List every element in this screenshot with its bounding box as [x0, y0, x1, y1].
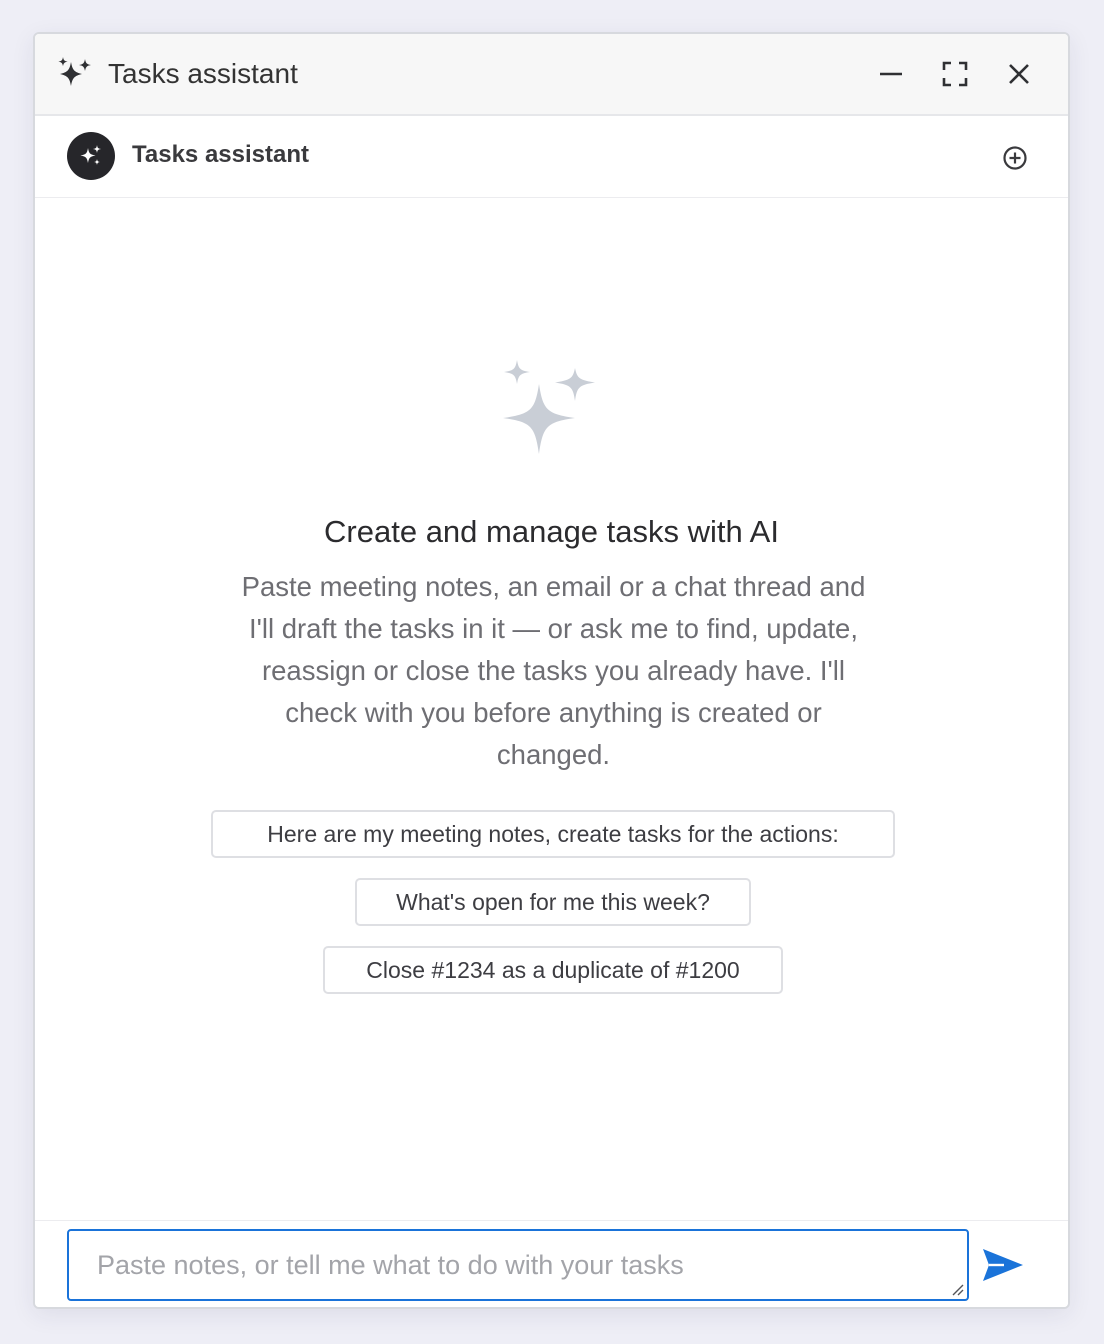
avatar [67, 132, 115, 180]
close-icon [1009, 64, 1029, 84]
empty-state-description: Paste meeting notes, an email or a chat … [241, 571, 866, 770]
chat-header: Tasks assistant [35, 116, 1068, 198]
maximize-icon [942, 61, 968, 87]
send-icon [983, 1249, 1023, 1281]
minimize-icon [880, 72, 902, 76]
sparkles-icon [58, 57, 91, 86]
sparkles-icon [503, 360, 595, 454]
suggestion-chip[interactable]: Close #1234 as a duplicate of #1200 [323, 946, 783, 994]
message-input-box [67, 1229, 969, 1301]
composer [35, 1220, 1068, 1307]
assistant-window: Tasks assistant Tasks assistant Create a… [33, 32, 1070, 1309]
sparkles-icon [80, 145, 101, 165]
send-button[interactable] [979, 1243, 1027, 1287]
assistant-name: Tasks assistant [132, 141, 309, 168]
resize-handle-icon[interactable] [948, 1280, 964, 1296]
empty-state: Create and manage tasks with AI Paste me… [35, 198, 1068, 1220]
new-chat-button[interactable] [997, 140, 1033, 176]
title-bar: Tasks assistant [35, 34, 1068, 116]
close-button[interactable] [999, 54, 1039, 94]
window-title: Tasks assistant [108, 58, 298, 89]
minimize-button[interactable] [871, 54, 911, 94]
suggestion-chip[interactable]: Here are my meeting notes, create tasks … [211, 810, 895, 858]
empty-state-headline: Create and manage tasks with AI [324, 514, 779, 549]
message-input[interactable] [69, 1231, 967, 1299]
maximize-button[interactable] [935, 54, 975, 94]
plus-circle-icon [1003, 146, 1027, 170]
suggestion-chip[interactable]: What's open for me this week? [355, 878, 751, 926]
